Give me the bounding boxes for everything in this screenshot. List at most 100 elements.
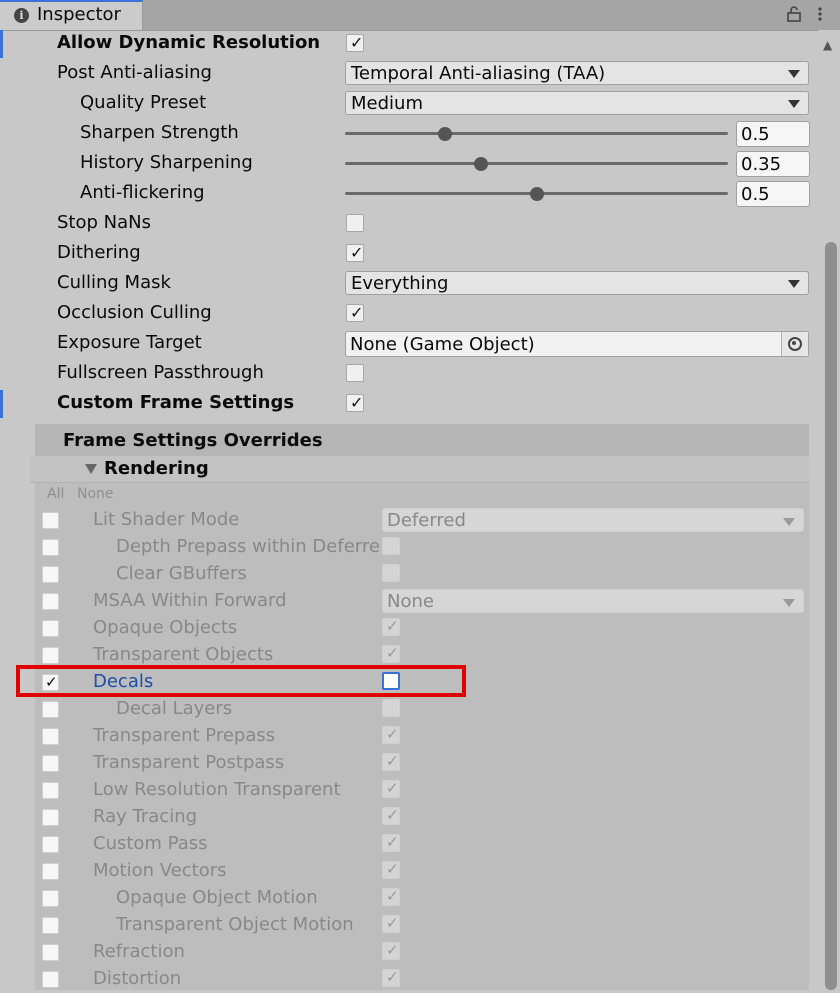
check-icon: ✓ [386, 752, 399, 770]
quality-preset-label: Quality Preset [80, 92, 207, 113]
override-checkbox[interactable] [42, 836, 59, 853]
check-icon: ✓ [350, 33, 364, 52]
occlusion-culling-checkbox[interactable]: ✓ [346, 303, 364, 322]
anti-flickering-field[interactable]: 0.5 [736, 181, 810, 207]
custom-frame-settings-checkbox[interactable]: ✓ [346, 393, 364, 412]
value-checkbox[interactable] [382, 537, 400, 555]
override-checkbox[interactable] [42, 728, 59, 745]
kebab-menu-icon[interactable] [812, 6, 828, 22]
chevron-down-icon [783, 518, 795, 526]
msaa-dropdown[interactable]: None [382, 589, 804, 613]
value-checkbox[interactable]: ✓ [382, 887, 400, 906]
override-checkbox[interactable] [42, 701, 59, 718]
override-checkbox[interactable] [42, 782, 59, 799]
history-sharpening-slider[interactable] [345, 162, 728, 165]
override-label: Transparent Postpass [93, 752, 285, 773]
anti-flickering-slider-knob[interactable] [530, 187, 544, 201]
value-checkbox[interactable]: ✓ [382, 779, 400, 798]
value-checkbox[interactable]: ✓ [382, 860, 400, 879]
frame-settings-header[interactable]: Frame Settings Overrides [35, 424, 809, 457]
scroll-up-icon[interactable]: ▲ [823, 38, 832, 52]
override-label: Ray Tracing [93, 806, 198, 827]
sharpen-strength-field[interactable]: 0.5 [736, 121, 810, 147]
value-checkbox[interactable]: ✓ [382, 806, 400, 825]
history-sharpening-slider-knob[interactable] [474, 157, 488, 171]
check-icon: ✓ [386, 968, 399, 986]
override-checkbox[interactable] [42, 566, 59, 583]
check-icon: ✓ [386, 617, 399, 635]
value-checkbox[interactable] [382, 564, 400, 582]
lit-shader-mode-value: Deferred [387, 510, 466, 531]
value-checkbox[interactable]: ✓ [382, 914, 400, 933]
row-dithering: Dithering ✓ [0, 239, 818, 269]
value-checkbox[interactable] [382, 699, 400, 717]
fullscreen-passthrough-checkbox[interactable] [346, 364, 364, 382]
post-anti-aliasing-value: Temporal Anti-aliasing (TAA) [351, 63, 606, 84]
row-post-anti-aliasing: Post Anti-aliasing Temporal Anti-aliasin… [0, 59, 818, 89]
sharpen-strength-slider-knob[interactable] [438, 127, 452, 141]
override-checkbox[interactable] [42, 593, 59, 610]
override-row-opaque-objects: Opaque Objects ✓ [0, 615, 818, 642]
check-icon: ✓ [386, 779, 399, 797]
allow-dynamic-resolution-checkbox[interactable]: ✓ [346, 33, 364, 52]
override-checkbox[interactable] [42, 755, 59, 772]
allow-dynamic-resolution-label: Allow Dynamic Resolution [57, 32, 321, 53]
value-checkbox[interactable]: ✓ [382, 941, 400, 960]
history-sharpening-value: 0.35 [741, 154, 782, 175]
object-picker-icon[interactable] [781, 332, 808, 356]
chevron-down-icon [788, 70, 800, 78]
override-label: Lit Shader Mode [93, 509, 240, 530]
scrollbar-thumb[interactable] [825, 242, 837, 990]
override-row-transparent-object-motion: Transparent Object Motion ✓ [0, 912, 818, 939]
value-checkbox[interactable]: ✓ [382, 833, 400, 852]
rendering-foldout-label: Rendering [104, 458, 209, 479]
override-row-lit-shader-mode: Lit Shader Mode Deferred [0, 507, 818, 534]
value-checkbox[interactable]: ✓ [382, 968, 400, 987]
override-label: Decal Layers [116, 698, 233, 719]
history-sharpening-field[interactable]: 0.35 [736, 151, 810, 177]
lit-shader-mode-dropdown[interactable]: Deferred [382, 508, 804, 532]
anti-flickering-label: Anti-flickering [80, 182, 205, 203]
exposure-target-field[interactable]: None (Game Object) [345, 331, 809, 357]
override-row-opaque-object-motion: Opaque Object Motion ✓ [0, 885, 818, 912]
none-toggle-link[interactable]: None [77, 486, 114, 502]
override-checkbox[interactable] [42, 809, 59, 826]
override-label: Custom Pass [93, 833, 208, 854]
check-icon: ✓ [386, 833, 399, 851]
dithering-checkbox[interactable]: ✓ [346, 243, 364, 262]
sharpen-strength-slider[interactable] [345, 132, 728, 135]
lock-icon[interactable] [787, 6, 801, 22]
culling-mask-dropdown[interactable]: Everything [345, 271, 809, 295]
fullscreen-passthrough-label: Fullscreen Passthrough [57, 362, 264, 383]
rendering-foldout[interactable]: Rendering [30, 456, 809, 483]
quality-preset-dropdown[interactable]: Medium [345, 91, 809, 115]
sharpen-strength-label: Sharpen Strength [80, 122, 239, 143]
override-checkbox[interactable] [42, 890, 59, 907]
tab-inspector-label: Inspector [37, 4, 121, 25]
override-checkbox[interactable] [42, 863, 59, 880]
tab-inspector[interactable]: i Inspector [0, 0, 143, 30]
stop-nans-checkbox[interactable] [346, 214, 364, 232]
check-icon: ✓ [386, 806, 399, 824]
value-checkbox[interactable]: ✓ [382, 644, 400, 663]
override-checkbox[interactable] [42, 971, 59, 988]
override-checkbox[interactable] [42, 647, 59, 664]
value-checkbox[interactable]: ✓ [382, 617, 400, 636]
override-checkbox[interactable] [42, 944, 59, 961]
row-culling-mask: Culling Mask Everything [0, 269, 818, 299]
override-checkbox[interactable] [42, 512, 59, 529]
override-label: Transparent Object Motion [116, 914, 354, 935]
override-checkbox[interactable] [42, 620, 59, 637]
override-checkbox[interactable] [42, 917, 59, 934]
value-checkbox[interactable]: ✓ [382, 725, 400, 744]
value-checkbox[interactable]: ✓ [382, 752, 400, 771]
all-toggle-link[interactable]: All [47, 486, 64, 502]
override-label: Depth Prepass within Deferred [116, 536, 380, 557]
override-checkbox[interactable] [42, 539, 59, 556]
chevron-down-icon [783, 599, 795, 607]
stop-nans-label: Stop NaNs [57, 212, 151, 233]
row-exposure-target: Exposure Target None (Game Object) [0, 329, 818, 359]
scrollbar[interactable]: ▲ [818, 30, 840, 990]
foldout-triangle-icon[interactable] [85, 464, 97, 474]
post-anti-aliasing-dropdown[interactable]: Temporal Anti-aliasing (TAA) [345, 61, 809, 85]
